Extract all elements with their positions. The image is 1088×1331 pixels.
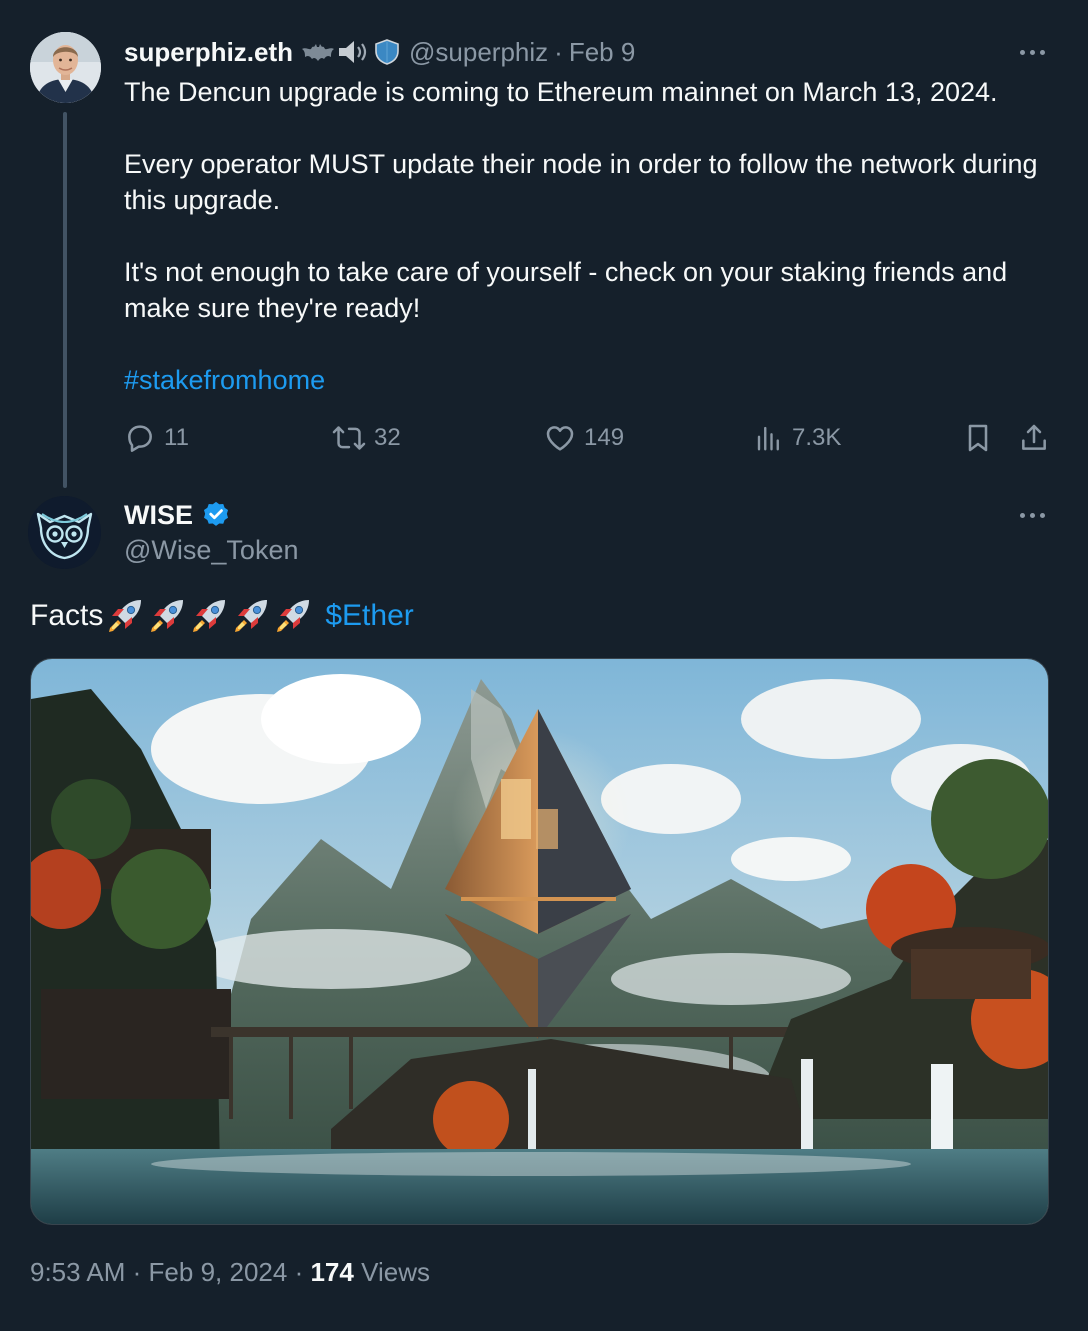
speaker-emoji-icon [339,41,367,63]
reply-tweet-text: Facts $Ether [30,596,414,636]
paragraph-spacer [124,110,1054,146]
reply-button[interactable]: 11 [124,420,189,456]
reply-author-handle[interactable]: @Wise_Token [124,535,298,566]
reply-icon [128,425,152,452]
meta-separator: · [294,1257,304,1287]
retweet-count: 32 [374,424,401,451]
reply-more-options-icon[interactable] [1012,505,1052,525]
parent-tweet-text: The Dencun upgrade is coming to Ethereum… [124,74,1054,398]
heart-icon [546,426,574,451]
avatar-superphiz[interactable] [30,32,101,103]
hashtag-link[interactable]: #stakefromhome [124,362,1054,398]
views-button[interactable]: 7.3K [754,420,841,456]
tweet-timestamp-row: 9:53 AM · Feb 9, 2024 · 174 Views [30,1257,430,1288]
rocket-emoji-icon [193,600,226,632]
tweet-date[interactable]: Feb 9 [569,37,636,68]
paragraph: It's not enough to take care of yourself… [124,257,1008,323]
meta-separator: · [132,1257,142,1287]
tweet-actions: 11 32 149 7.3K [124,420,1054,456]
author-name[interactable]: superphiz.eth [124,37,293,68]
bat-emoji-icon [302,44,335,61]
reply-count: 11 [164,424,189,451]
rocket-emojis [105,596,313,636]
views-count: 7.3K [792,424,842,451]
rocket-emoji-icon [109,600,142,632]
header-separator: · [554,36,563,67]
timestamp-date[interactable]: Feb 9, 2024 [149,1257,288,1287]
parent-tweet-header: superphiz.eth @superphiz · Feb 9 [124,34,635,70]
tweet-media-image[interactable] [30,658,1049,1225]
owl-logo-icon [28,496,101,569]
shield-emoji-icon [375,39,399,65]
reply-author-row: WISE [124,498,231,532]
paragraph-spacer [124,218,1054,254]
rocket-emoji-icon [151,600,184,632]
retweet-button[interactable]: 32 [332,420,401,456]
views-total: 174 [310,1257,354,1287]
bookmark-button[interactable] [962,420,994,456]
like-count: 149 [584,424,625,451]
paragraph-spacer [124,326,1054,362]
avatar-wise[interactable] [28,496,101,569]
analytics-icon [757,426,779,451]
rocket-emoji-icon [235,600,268,632]
share-icon [1022,424,1046,450]
retweet-icon [332,426,366,450]
reply-text-prefix: Facts [30,599,104,632]
paragraph: The Dencun upgrade is coming to Ethereum… [124,77,998,107]
cashtag-link[interactable]: $Ether [325,599,413,633]
reply-author-name[interactable]: WISE [124,500,193,531]
thread-connector-line [63,112,67,488]
views-label: Views [361,1257,430,1287]
timestamp-time[interactable]: 9:53 AM [30,1257,125,1287]
share-button[interactable] [1018,420,1050,456]
rocket-emoji-icon [277,600,310,632]
verified-badge-icon[interactable] [201,500,231,530]
more-options-icon[interactable] [1012,42,1052,62]
like-button[interactable]: 149 [544,420,624,456]
bookmark-icon [968,424,988,452]
name-badges [301,38,401,66]
paragraph: Every operator MUST update their node in… [124,149,1038,215]
author-handle[interactable]: @superphiz [409,37,548,68]
